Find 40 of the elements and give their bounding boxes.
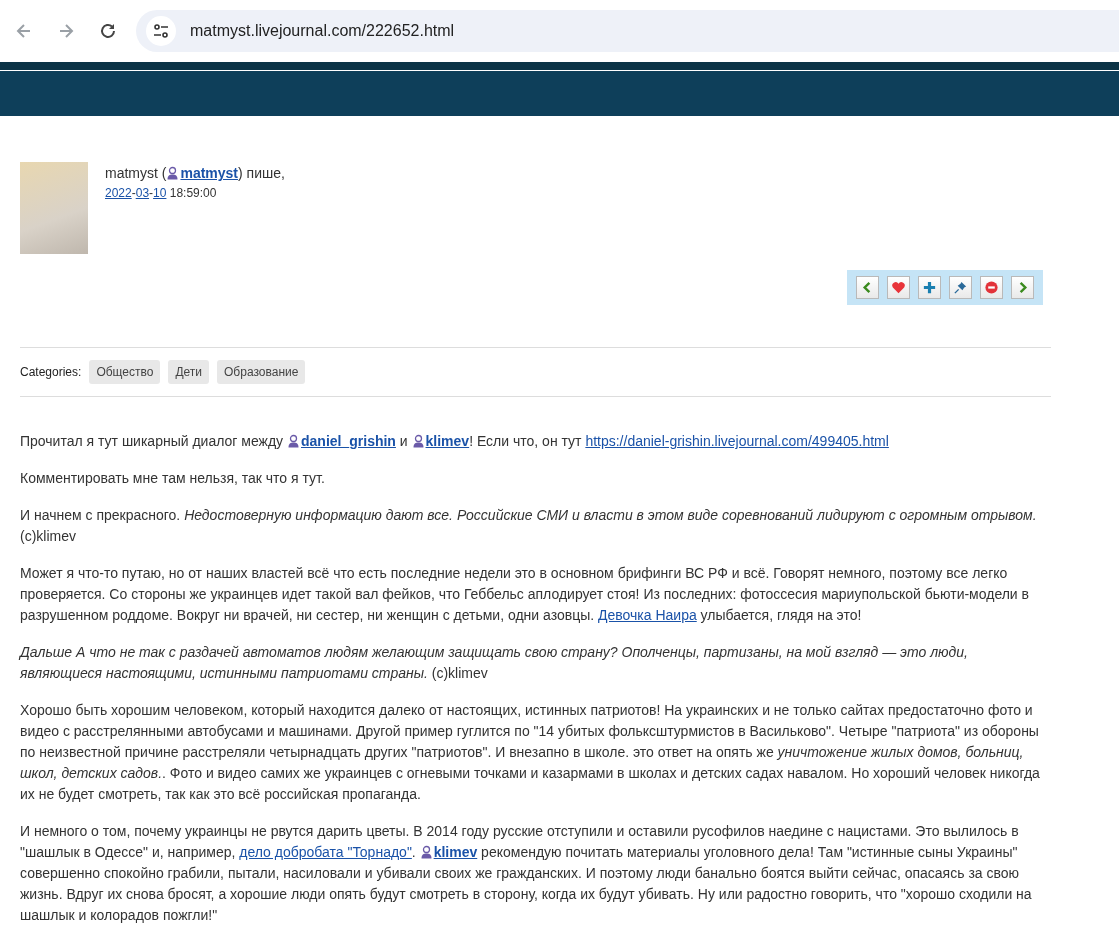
author-line: matmyst ( matmyst) пише, xyxy=(105,164,285,182)
paragraph: Прочитал я тут шикарный диалог между daniel_grishin и klimev! Если что, он тут https://daniel-grishin.livejournal.com/499405.html xyxy=(20,432,890,451)
plus-icon xyxy=(922,280,937,295)
paragraph: И немного о том, почему украинцы не рвутся дарить цветы. В 2014 году русские отступили и оставили русофилов наедине с нацистами. Это вылилось в "шашлык в Одессе" и, например, дело добробата "Торнадо". klimev рекомендую почитать материалы уголовного дела! Там "истинные сыны Украины" совершенно спокойно грабили, пытали, насиловали и убивали своих же гражданских. И поэтому люди банально боятся выйти сейчас, опасаясь за свою жизнь. Вдруг их снова бросят, а хорошие люди опять будут смотреть в сторону, когда их будут убивать. Ну или радостно говорить, что "хорошо сходили на шашлык и колорадов пожгли!" xyxy=(20,822,1033,925)
previous-button[interactable] xyxy=(856,276,879,299)
category-tag[interactable]: Дети xyxy=(168,360,209,384)
paragraph: Может я что-то путаю, но от наших властей всё что есть последние недели это в основном брифинги ВС РФ и всё. Говорят немного, поэтому все легко проверяется. Со стороны же украинцев идет такой вал фейков, что Геббельс аплодирует стоя! Из последних: фотоссесия мариупольской бьюти-модели в разрушенном роддоме. Вокруг ни врачей, ни сестер, ни женщин с детьми, одни азовцы. Девочка Наира улыбается, глядя на это! xyxy=(20,564,1031,625)
site-settings-icon[interactable] xyxy=(146,16,176,46)
user-link[interactable]: matmyst xyxy=(166,165,239,181)
category-tag[interactable]: Общество xyxy=(89,360,161,384)
minus-circle-icon xyxy=(984,280,999,295)
next-button[interactable] xyxy=(1011,276,1034,299)
block-button[interactable] xyxy=(980,276,1003,299)
user-link[interactable]: daniel_grishin xyxy=(287,433,396,449)
paragraph: Комментировать мне там нельзя, так что я тут. xyxy=(20,469,326,488)
year-link[interactable]: 2022 xyxy=(105,186,132,200)
link[interactable]: дело добробата "Торнадо" xyxy=(239,844,412,860)
paragraph: Дальше А что не так с раздачей автоматов людям желающим защищать свою страну? Ополченцы, партизаны, на мой взгляд — это люди, являющиеся настоящими, истинными патриотами страны. (c)klimev xyxy=(20,643,969,683)
date-line: 2022-03-10 18:59:00 xyxy=(105,185,218,201)
categories-label: Categories: xyxy=(20,365,82,379)
day-link[interactable]: 10 xyxy=(153,186,167,200)
link[interactable]: Девочка Наира xyxy=(598,607,697,623)
user-icon xyxy=(287,434,300,448)
plus-button[interactable] xyxy=(918,276,941,299)
heart-button[interactable] xyxy=(887,276,910,299)
paragraph: И начнем с прекрасного. Недостоверную информацию дают все. Российские СМИ и власти в этом виде соревнований лидируют с огромным отрывом. (c)klimev xyxy=(20,506,1038,546)
user-icon xyxy=(166,166,180,180)
reload-icon[interactable] xyxy=(98,21,118,41)
address-bar[interactable]: matmyst.livejournal.com/222652.html xyxy=(136,10,1119,52)
url-text: matmyst.livejournal.com/222652.html xyxy=(190,22,455,40)
month-link[interactable]: 03 xyxy=(135,186,150,200)
user-icon xyxy=(411,434,425,448)
category-tag[interactable]: Образование xyxy=(217,360,306,384)
heart-icon xyxy=(891,280,906,295)
pushpin-icon xyxy=(953,280,968,295)
user-link[interactable]: klimev xyxy=(419,844,478,860)
link[interactable]: https://daniel-grishin.livejournal.com/499405.html xyxy=(585,433,889,449)
paragraph: Хорошо быть хорошим человеком, который находится далеко от настоящих, истинных патриотов! На украинских и не только сайтах предостаточно фото и видео с расстрелянными автобусами и машинами. Другой пример гуглится по "14 убитых фолькcштурмистов в Васильково". Четыре "патриота" из обороны по неизвестной причине расстреляли четырнадцать других "патриотов". И внезапно в школе. это ответ на опять же уничтожение жилых домов, больниц, школ, детских садов.. Фото и видео самих же украинцев с огневыми точками и казармами в школах и детских садах навалом. Но хороший человек никогда их не будет смотреть, так как это всё российская пропаганда. xyxy=(20,701,1041,804)
pin-button[interactable] xyxy=(949,276,972,299)
user-icon xyxy=(419,845,433,859)
